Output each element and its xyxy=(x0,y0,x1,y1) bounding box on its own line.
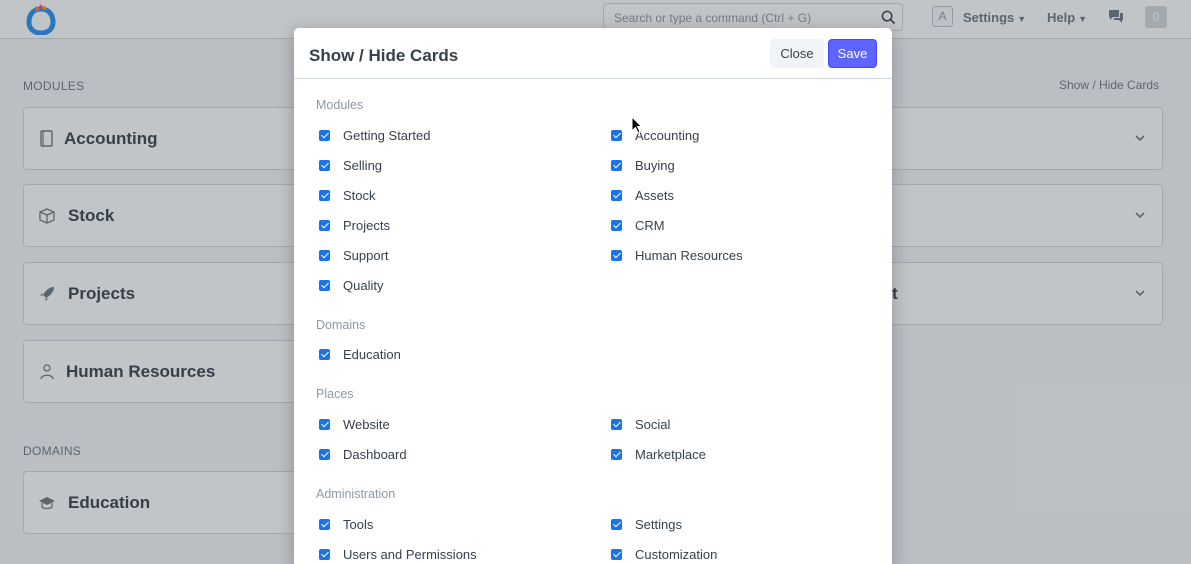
checkbox-checked-icon[interactable] xyxy=(611,159,622,171)
checkbox-label: Buying xyxy=(635,157,675,173)
checkbox-checked-icon[interactable] xyxy=(611,518,622,530)
checkbox-label: Accounting xyxy=(635,127,700,143)
checkbox-selling[interactable]: Selling xyxy=(319,157,382,173)
checkbox-assets[interactable]: Assets xyxy=(611,187,674,203)
checkbox-checked-icon[interactable] xyxy=(319,279,330,291)
checkbox-checked-icon[interactable] xyxy=(611,219,622,231)
mouse-cursor-icon xyxy=(631,116,642,134)
modal-title: Show / Hide Cards xyxy=(309,46,459,65)
checkbox-education[interactable]: Education xyxy=(319,346,401,362)
checkbox-checked-icon[interactable] xyxy=(319,129,330,141)
checkbox-checked-icon[interactable] xyxy=(611,189,622,201)
checkbox-checked-icon[interactable] xyxy=(319,548,330,560)
checkbox-label: Quality xyxy=(343,277,384,293)
checkbox-checked-icon[interactable] xyxy=(319,189,330,201)
checkbox-settings[interactable]: Settings xyxy=(611,516,682,532)
checkbox-label: Selling xyxy=(343,157,383,173)
checkbox-human-resources[interactable]: Human Resources xyxy=(611,247,743,263)
checkbox-quality[interactable]: Quality xyxy=(319,277,383,293)
checkbox-checked-icon[interactable] xyxy=(319,219,330,231)
checkbox-getting-started[interactable]: Getting Started xyxy=(319,127,430,143)
checkbox-checked-icon[interactable] xyxy=(319,249,330,261)
checkbox-crm[interactable]: CRM xyxy=(611,217,665,233)
group-title-domains: Domains xyxy=(316,318,366,332)
checkbox-label: Customization xyxy=(635,546,718,562)
group-title-modules: Modules xyxy=(316,98,364,112)
checkbox-label: Getting Started xyxy=(343,127,431,143)
checkbox-label: Settings xyxy=(635,516,682,532)
checkbox-checked-icon[interactable] xyxy=(319,418,330,430)
checkbox-tools[interactable]: Tools xyxy=(319,516,373,532)
checkbox-customization[interactable]: Customization xyxy=(611,546,717,562)
checkbox-label: Website xyxy=(343,416,390,432)
checkbox-checked-icon[interactable] xyxy=(319,159,330,171)
checkbox-label: Education xyxy=(343,346,401,362)
checkbox-website[interactable]: Website xyxy=(319,416,390,432)
checkbox-label: Human Resources xyxy=(635,247,743,263)
modal-header: Show / Hide Cards Close Save xyxy=(294,28,892,79)
group-title-places: Places xyxy=(316,387,354,401)
close-button[interactable]: Close xyxy=(770,39,824,68)
checkbox-checked-icon[interactable] xyxy=(611,448,622,460)
checkbox-label: Marketplace xyxy=(635,446,706,462)
checkbox-label: Users and Permissions xyxy=(343,546,477,562)
checkbox-buying[interactable]: Buying xyxy=(611,157,675,173)
checkbox-label: Support xyxy=(343,247,389,263)
checkbox-social[interactable]: Social xyxy=(611,416,670,432)
checkbox-checked-icon[interactable] xyxy=(611,249,622,261)
checkbox-accounting[interactable]: Accounting xyxy=(611,127,699,143)
checkbox-marketplace[interactable]: Marketplace xyxy=(611,446,706,462)
checkbox-dashboard[interactable]: Dashboard xyxy=(319,446,407,462)
checkbox-checked-icon[interactable] xyxy=(319,348,330,360)
checkbox-label: Projects xyxy=(343,217,390,233)
checkbox-checked-icon[interactable] xyxy=(319,518,330,530)
checkbox-checked-icon[interactable] xyxy=(319,448,330,460)
checkbox-checked-icon[interactable] xyxy=(611,548,622,560)
checkbox-checked-icon[interactable] xyxy=(611,418,622,430)
checkbox-label: Assets xyxy=(635,187,675,203)
save-button[interactable]: Save xyxy=(828,39,877,68)
checkbox-checked-icon[interactable] xyxy=(611,129,622,141)
checkbox-label: Stock xyxy=(343,187,376,203)
group-title-administration: Administration xyxy=(316,487,396,501)
checkbox-label: Dashboard xyxy=(343,446,407,462)
checkbox-label: CRM xyxy=(635,217,665,233)
checkbox-stock[interactable]: Stock xyxy=(319,187,376,203)
checkbox-label: Social xyxy=(635,416,671,432)
show-hide-cards-dialog: Show / Hide Cards Close Save Modules Get… xyxy=(294,28,892,564)
checkbox-projects[interactable]: Projects xyxy=(319,217,390,233)
checkbox-label: Tools xyxy=(343,516,374,532)
checkbox-support[interactable]: Support xyxy=(319,247,389,263)
checkbox-users-and-permissions[interactable]: Users and Permissions xyxy=(319,546,477,562)
